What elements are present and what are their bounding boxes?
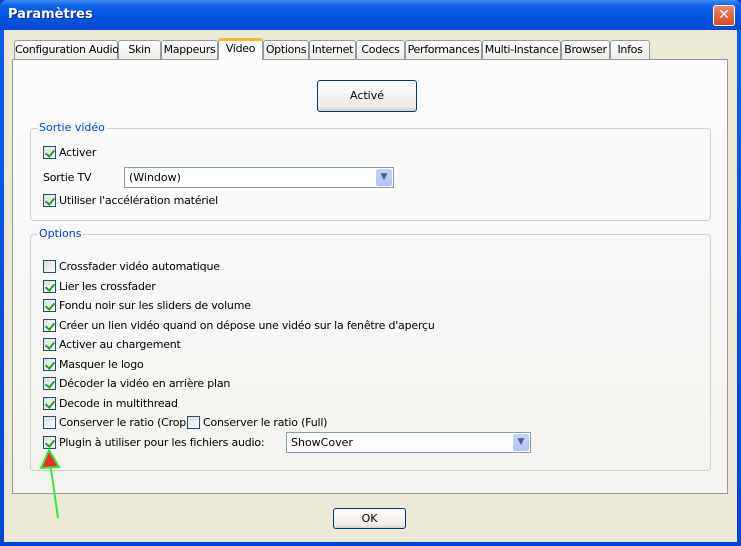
annotation-arrow (39, 447, 61, 519)
tab-video[interactable]: Video (218, 38, 263, 60)
arrow-shaft (49, 461, 59, 519)
arrow-head (39, 447, 61, 470)
